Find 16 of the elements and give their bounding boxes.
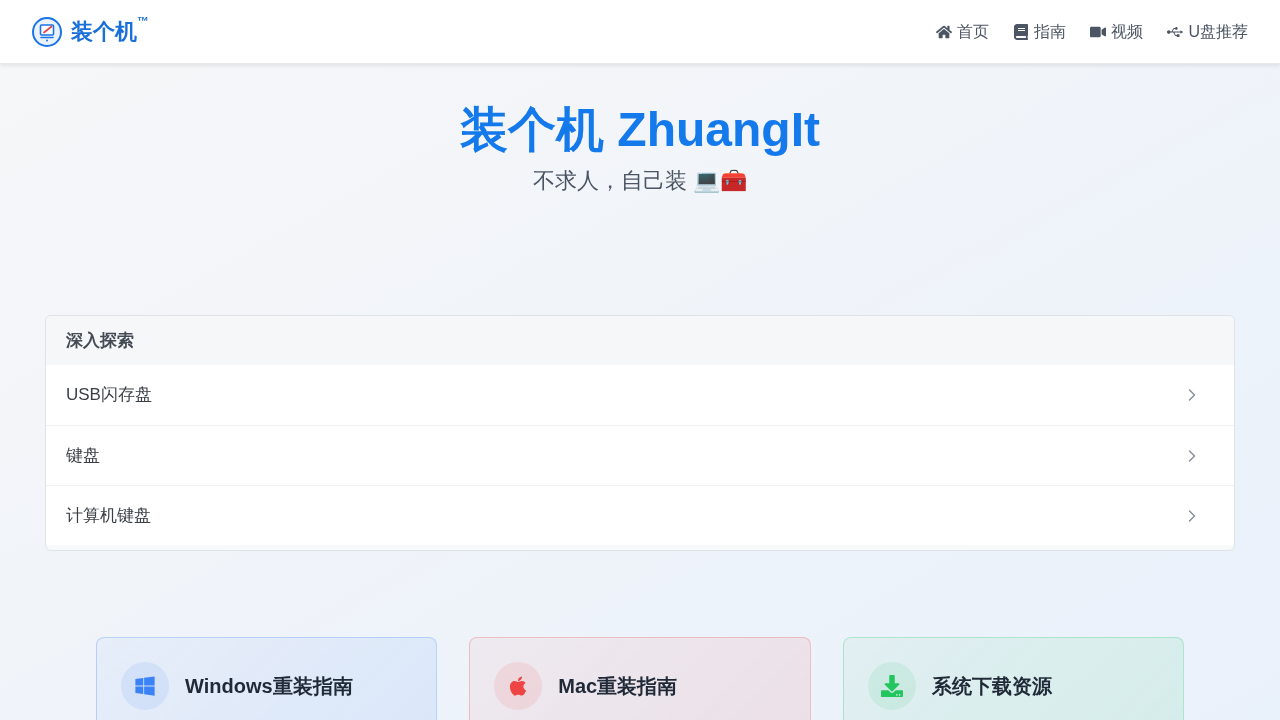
explore-link[interactable]: USB闪存盘 (46, 365, 1234, 425)
explore-link[interactable]: 键盘 (46, 425, 1234, 485)
nav-link[interactable]: 首页 (936, 19, 990, 44)
home-icon (936, 23, 953, 40)
logo-link[interactable]: 装个机$^{™}$ (32, 16, 149, 47)
explore-link[interactable]: 计算机键盘 (46, 485, 1234, 545)
book-icon (1013, 23, 1030, 40)
nav-link[interactable]: U盘推荐 (1167, 19, 1248, 44)
card-title: Mac重装指南 (558, 674, 678, 699)
hero-subtitle: 不求人，自己装 💻🧰 (532, 167, 748, 195)
nav-link[interactable]: 视频 (1090, 19, 1144, 44)
card-title: 系统下载资源 (931, 674, 1052, 699)
card-title: Windows重装指南 (185, 674, 353, 699)
hero-title: 装个机 ZhuangIt (460, 102, 820, 158)
nav-link[interactable]: 指南 (1013, 19, 1067, 44)
laptop-logo-icon (32, 16, 62, 47)
